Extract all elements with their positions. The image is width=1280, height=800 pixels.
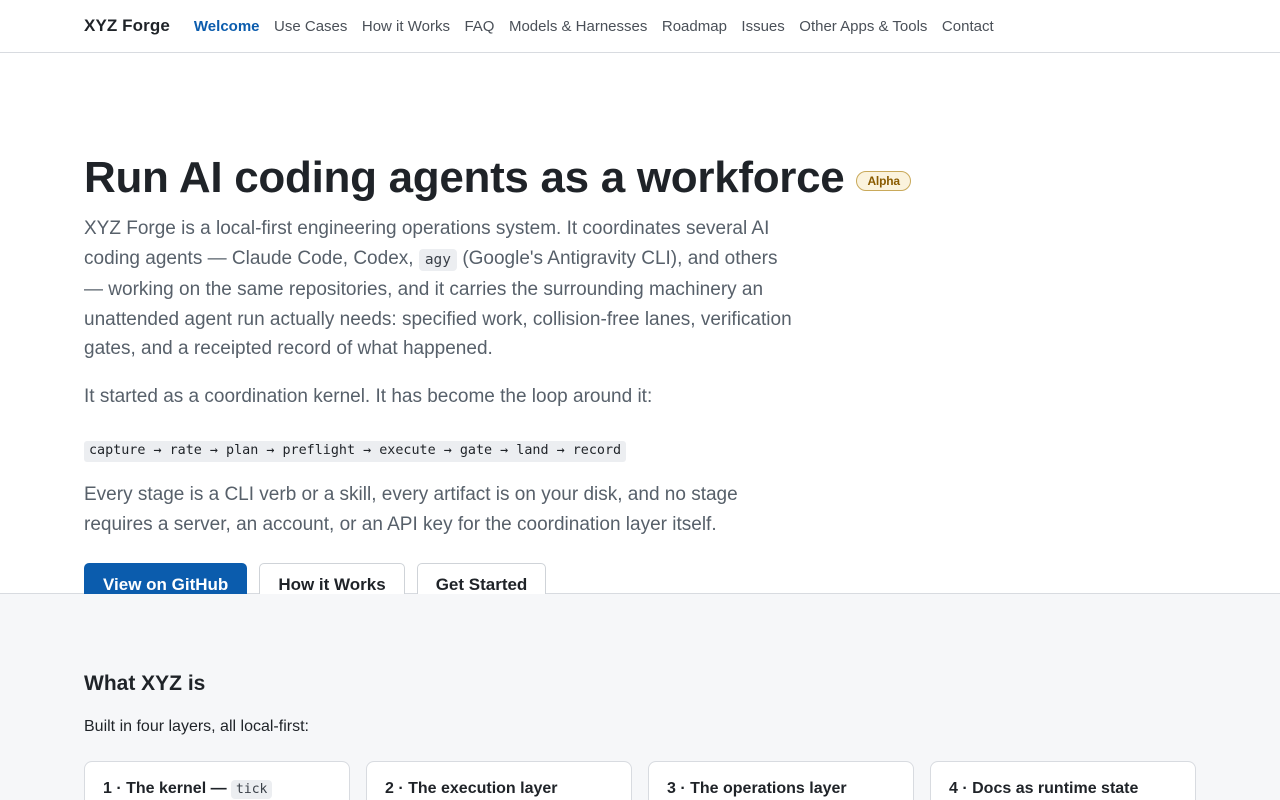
section-title: What XYZ is	[84, 672, 206, 695]
nav-link-roadmap[interactable]: Roadmap	[662, 18, 727, 35]
nav-link-how-it-works[interactable]: How it Works	[362, 18, 450, 35]
hero-title: Run AI coding agents as a workforce	[84, 153, 845, 202]
nav-link-models-harnesses[interactable]: Models & Harnesses	[509, 18, 647, 35]
card-title: 2 · The execution layer	[385, 780, 558, 797]
nav-link-use-cases[interactable]: Use Cases	[274, 18, 347, 35]
nav-link-other-apps-tools[interactable]: Other Apps & Tools	[799, 18, 927, 35]
top-navigation: XYZ Forge Welcome Use Cases How it Works…	[0, 0, 1280, 53]
brand-logo[interactable]: XYZ Forge	[84, 16, 170, 36]
what-xyz-section: What XYZ is Built in four layers, all lo…	[0, 594, 1280, 800]
nav-links: Welcome Use Cases How it Works FAQ Model…	[194, 18, 1008, 35]
layer-card-kernel[interactable]: 1 · The kernel — tick	[84, 761, 350, 800]
layer-card-docs[interactable]: 4 · Docs as runtime state	[930, 761, 1196, 800]
layer-card-operations[interactable]: 3 · The operations layer	[648, 761, 914, 800]
nav-link-faq[interactable]: FAQ	[464, 18, 494, 35]
hero-title-row: Run AI coding agents as a workforce Alph…	[84, 153, 911, 203]
card-title: 1 · The kernel —	[103, 780, 227, 797]
section-subtitle: Built in four layers, all local-first:	[84, 718, 309, 735]
hero-lede: XYZ Forge is a local-first engineering o…	[84, 214, 794, 364]
pipeline-code: capture → rate → plan → preflight → exec…	[84, 441, 627, 462]
nav-link-contact[interactable]: Contact	[942, 18, 994, 35]
agy-code: agy	[418, 248, 458, 271]
layer-card-execution[interactable]: 2 · The execution layer	[366, 761, 632, 800]
layer-cards: 1 · The kernel — tick 2 · The execution …	[84, 761, 1212, 800]
alpha-badge: Alpha	[856, 171, 911, 191]
stage-description: Every stage is a CLI verb or a skill, ev…	[84, 484, 738, 535]
nav-link-welcome[interactable]: Welcome	[194, 18, 260, 35]
card-title: 3 · The operations layer	[667, 780, 847, 797]
hero-section: Run AI coding agents as a workforce Alph…	[0, 53, 1280, 607]
tick-code: tick	[231, 780, 273, 799]
nav-link-issues[interactable]: Issues	[741, 18, 784, 35]
loop-intro: It started as a coordination kernel. It …	[84, 386, 653, 407]
card-title: 4 · Docs as runtime state	[949, 780, 1139, 797]
